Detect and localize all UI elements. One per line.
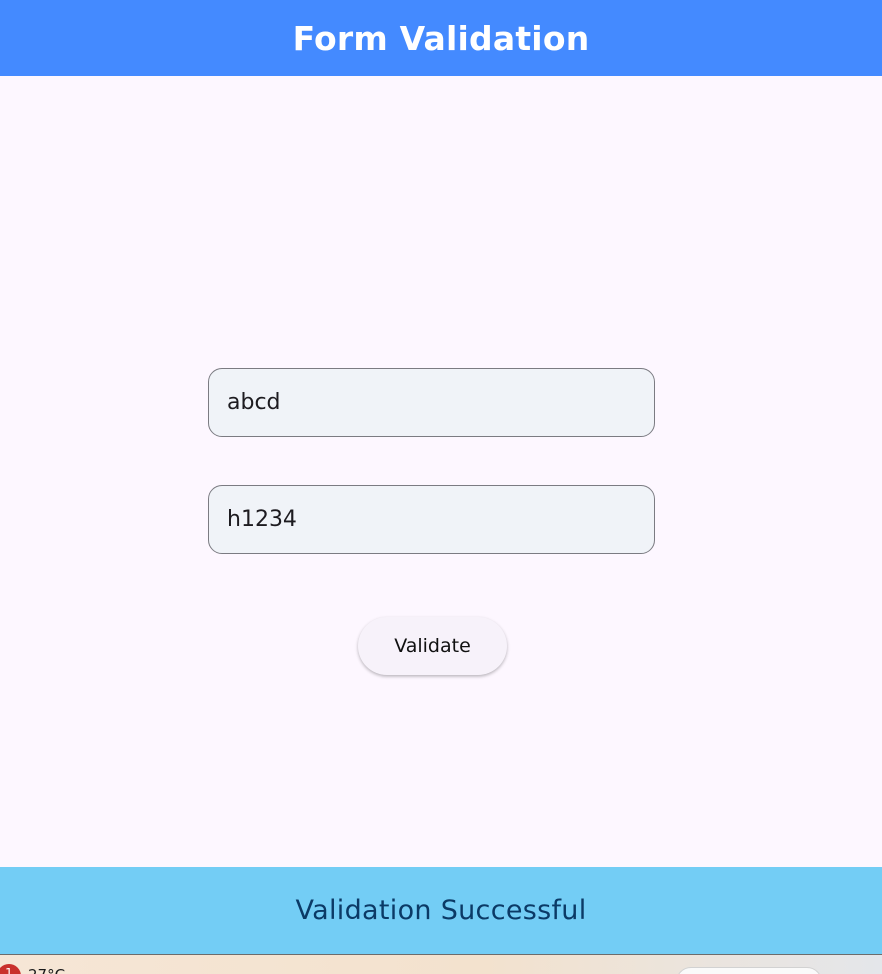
validate-button[interactable]: Validate [358,617,507,675]
app-bar: Form Validation [0,0,882,76]
password-field[interactable]: h1234 [208,485,655,554]
username-field[interactable]: abcd [208,368,655,437]
snackbar: Validation Successful [0,867,882,954]
page-title: Form Validation [292,18,590,58]
username-field-value: abcd [227,390,281,415]
form-area: abcd h1234 Validate [0,76,882,867]
taskbar: 1 27°C [0,954,882,974]
taskbar-search-pill[interactable] [676,967,822,974]
snackbar-message: Validation Successful [295,895,587,926]
weather-temperature[interactable]: 27°C [28,966,65,974]
validate-button-label: Validate [394,635,471,657]
password-field-value: h1234 [227,507,297,532]
notification-badge[interactable]: 1 [0,964,21,974]
